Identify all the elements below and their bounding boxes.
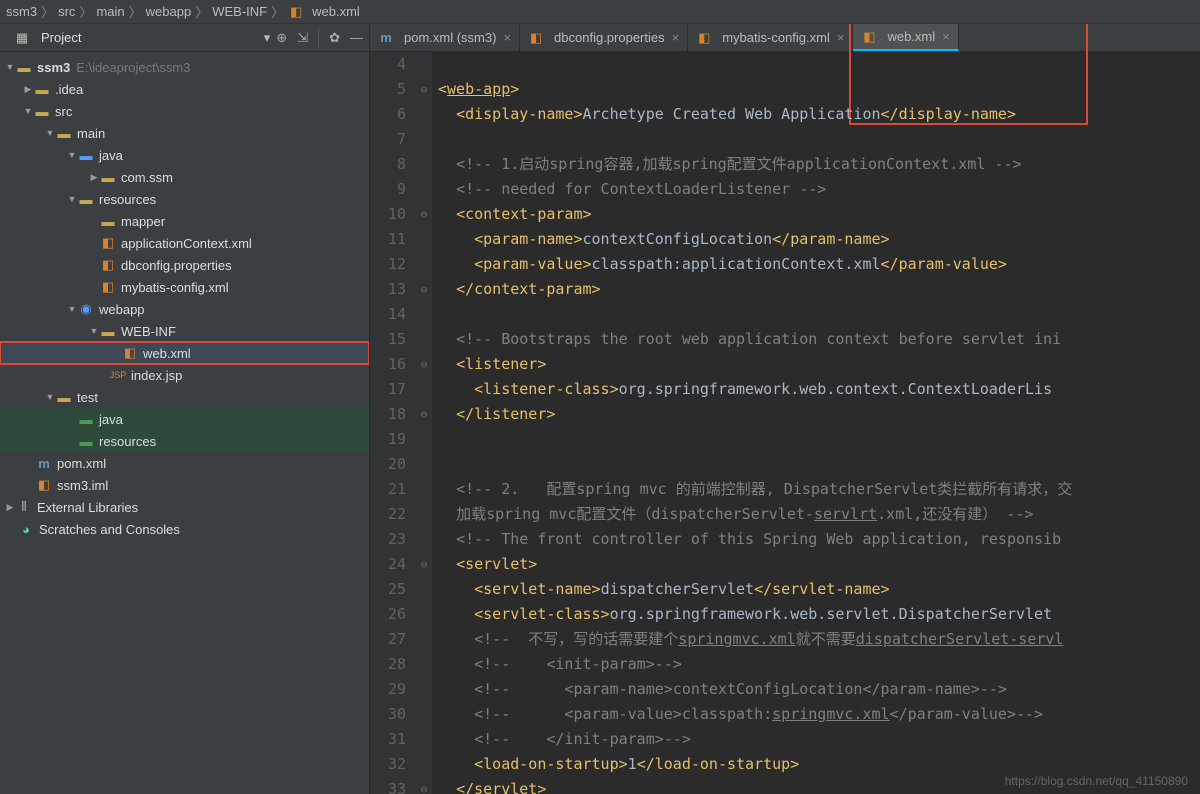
close-icon[interactable]: × xyxy=(837,30,845,45)
breadcrumb-item[interactable]: ◧web.xml xyxy=(288,4,360,20)
breadcrumb-item[interactable]: ssm3 xyxy=(6,4,37,19)
tree-item[interactable]: ▬resources xyxy=(0,430,369,452)
close-icon[interactable]: × xyxy=(942,29,950,44)
tree-root[interactable]: ▼▬ssm3E:\ideaproject\ssm3 xyxy=(0,56,369,78)
tree-item[interactable]: ▼▬src xyxy=(0,100,369,122)
tree-item[interactable]: ▬java xyxy=(0,408,369,430)
tree-item[interactable]: ▶▬com.ssm xyxy=(0,166,369,188)
collapse-icon[interactable]: ⇲ xyxy=(297,30,308,46)
code-editor[interactable]: 4567891011121314151617181920212223242526… xyxy=(370,52,1200,794)
tree-item[interactable]: ◧ssm3.iml xyxy=(0,474,369,496)
breadcrumb-item[interactable]: WEB-INF xyxy=(212,4,267,19)
watermark: https://blog.csdn.net/qq_41150890 xyxy=(1005,774,1188,788)
close-icon[interactable]: × xyxy=(672,30,680,45)
breadcrumb-item[interactable]: main xyxy=(96,4,124,19)
breadcrumb-item[interactable]: webapp xyxy=(146,4,192,19)
editor: mpom.xml (ssm3)× ◧dbconfig.properties× ◧… xyxy=(370,24,1200,794)
target-icon[interactable]: ⊕ xyxy=(276,30,287,46)
code-content[interactable]: <web-app> <display-name>Archetype Create… xyxy=(432,52,1200,794)
line-gutter: 4567891011121314151617181920212223242526… xyxy=(370,52,416,794)
tree-item[interactable]: ◧mybatis-config.xml xyxy=(0,276,369,298)
gear-icon[interactable]: ✿ xyxy=(329,30,340,46)
tree-item[interactable]: JSPindex.jsp xyxy=(0,364,369,386)
tree-item[interactable]: ▼▬resources xyxy=(0,188,369,210)
tree-item[interactable]: ▶▬.idea xyxy=(0,78,369,100)
close-icon[interactable]: × xyxy=(503,30,511,45)
editor-tab[interactable]: ◧mybatis-config.xml× xyxy=(688,24,853,51)
tree-item[interactable]: ▼◉webapp xyxy=(0,298,369,320)
project-sidebar: ▦ Project ▾ ⊕ ⇲ ✿ — ▼▬ssm3E:\ideaproject… xyxy=(0,24,370,794)
editor-tab-active[interactable]: ◧web.xml× xyxy=(853,24,958,51)
editor-tab[interactable]: mpom.xml (ssm3)× xyxy=(370,24,520,51)
tree-item[interactable]: ◧applicationContext.xml xyxy=(0,232,369,254)
editor-tabs: mpom.xml (ssm3)× ◧dbconfig.properties× ◧… xyxy=(370,24,1200,52)
tree-item[interactable]: ▶⫴External Libraries xyxy=(0,496,369,518)
editor-tab[interactable]: ◧dbconfig.properties× xyxy=(520,24,688,51)
hide-icon[interactable]: — xyxy=(350,30,363,45)
breadcrumb-item[interactable]: src xyxy=(58,4,75,19)
breadcrumb: ssm3〉 src〉 main〉 webapp〉 WEB-INF〉 ◧web.x… xyxy=(0,0,1200,24)
dropdown-icon[interactable]: ▾ xyxy=(264,30,271,46)
tree-item[interactable]: ▼▬main xyxy=(0,122,369,144)
tree-item[interactable]: ◕Scratches and Consoles xyxy=(0,518,369,540)
tree-item[interactable]: ▼▬java xyxy=(0,144,369,166)
fold-column[interactable]: ⊖⊖⊖⊖⊖⊖⊖ xyxy=(416,52,432,794)
tree-item[interactable]: ▬mapper xyxy=(0,210,369,232)
tree-item[interactable]: ◧dbconfig.properties xyxy=(0,254,369,276)
tree-item-webxml[interactable]: ◧web.xml xyxy=(0,342,369,364)
project-icon: ▦ xyxy=(14,30,30,46)
tree-item[interactable]: mpom.xml xyxy=(0,452,369,474)
tree-item[interactable]: ▼▬test xyxy=(0,386,369,408)
sidebar-title[interactable]: Project xyxy=(41,30,258,45)
project-tree: ▼▬ssm3E:\ideaproject\ssm3 ▶▬.idea ▼▬src … xyxy=(0,52,369,794)
tree-item[interactable]: ▼▬WEB-INF xyxy=(0,320,369,342)
